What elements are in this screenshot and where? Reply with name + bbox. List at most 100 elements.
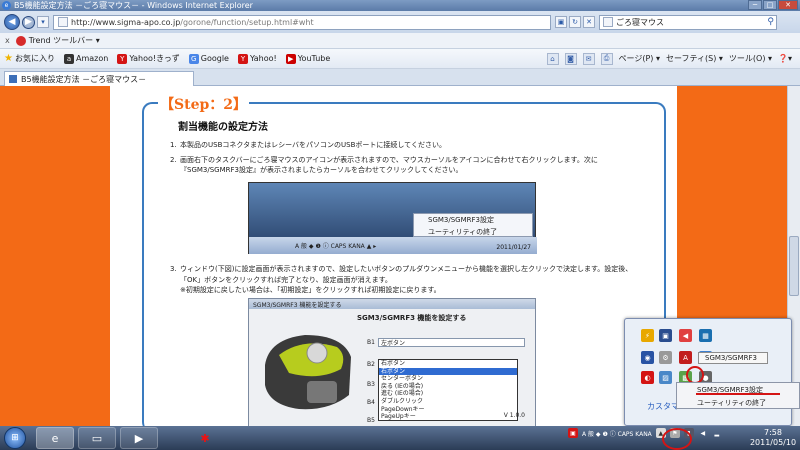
safety-menu[interactable]: セーフティ(S) ▾ — [666, 53, 723, 64]
clock-time: 7:58 — [764, 428, 782, 437]
button-2-dropdown[interactable]: 右ボタン 右ボタン センターボタン 戻る (IEの場合) 進む (IEの場合) … — [378, 359, 518, 421]
fav-label: Yahoo! — [249, 54, 277, 63]
refresh-button[interactable]: ↻ — [569, 16, 581, 28]
list-number: 3. — [170, 265, 177, 273]
tab-current[interactable]: B5機能設定方法 －ごろ寝マウス－ — [4, 71, 194, 86]
compatibility-icon[interactable]: ▣ — [555, 16, 567, 28]
maximize-button[interactable]: □ — [763, 0, 777, 10]
screenshot-date: 2011/01/27 — [496, 244, 531, 251]
dialog-title: SGM3/SGMRF3 機能を設定する — [357, 314, 467, 322]
close-button[interactable]: ✕ — [778, 0, 798, 10]
antivirus-icon[interactable]: ◐ — [641, 371, 654, 384]
notification-area-overflow: ⚡ ▣ ◀ ▦ ◉ ⚙ A ▤ ◐ ▨ ▩ ● カスタマ — [624, 318, 792, 426]
list-text: 『SGM3/SGMRF3設定』が表示されましたらカーソルを合わせてクリックしてく… — [180, 166, 463, 174]
trend-toolbar-label[interactable]: Trend ツールバー ▾ — [29, 35, 100, 46]
fav-label: Yahoo!きっず — [129, 54, 180, 63]
tools-menu[interactable]: ツール(O) ▾ — [729, 53, 772, 64]
screenshot-tray-text: A 般 ◆ ❶ ⓘ CAPS KANA ▲ ▸ — [295, 243, 377, 250]
home-icon[interactable]: ⌂ — [546, 52, 559, 65]
list-item: 『SGM3/SGMRF3設定』が表示されましたらカーソルを合わせてクリックしてく… — [170, 165, 463, 176]
yahoo-icon: Y — [237, 53, 248, 64]
list-text: ※初期設定に戻したい場合は、「初期設定」をクリックすれば初期設定に戻ります。 — [180, 286, 441, 294]
yahoo-icon: Y — [117, 53, 128, 64]
taskbar-ie[interactable]: e — [36, 427, 74, 449]
start-button[interactable]: ⊞ — [4, 427, 26, 449]
minimize-button[interactable]: ─ — [748, 0, 762, 10]
highlight-underline — [696, 393, 780, 395]
volume-icon[interactable]: ◀ — [698, 428, 708, 438]
taskbar-explorer[interactable]: ▭ — [78, 427, 116, 449]
trend-toolbar: x Trend ツールバー ▾ — [0, 33, 800, 49]
network-signal-icon[interactable]: ▂ — [712, 428, 722, 438]
screenshot-context-menu: SGM3/SGMRF3設定 ユーティリティの終了 — [413, 213, 533, 237]
fav-item-amazon[interactable]: a Amazon — [63, 53, 109, 64]
amazon-icon: a — [63, 53, 74, 64]
step-title: 【Step：2】 — [158, 94, 250, 114]
search-input[interactable]: ごろ寝マウス ⚲ — [599, 14, 777, 30]
print-icon[interactable]: ⎙ — [600, 52, 613, 65]
network-icon[interactable]: ▦ — [699, 329, 712, 342]
ime-icon[interactable]: ▣ — [568, 428, 578, 438]
taskbar-media[interactable]: ▶ — [120, 427, 158, 449]
command-bar: ⌂ ◙ ✉ ⎙ ページ(P) ▾ セーフティ(S) ▾ ツール(O) ▾ ❓▾ — [546, 52, 800, 65]
dropdown-option[interactable]: PageUpキー — [379, 413, 517, 421]
taskbar-app[interactable]: ✱ — [186, 427, 224, 449]
fav-label: Amazon — [75, 54, 109, 63]
dialog-window-title: SGM3/SGMRF3 機能を設定する — [249, 299, 535, 309]
fav-item-yahoo-kids[interactable]: Y Yahoo!きっず — [117, 53, 180, 64]
ati-icon[interactable]: A — [679, 351, 692, 364]
url-path: /gorone/function/setup.html#wht — [180, 17, 314, 27]
highlight-circle — [662, 428, 692, 450]
window-title: B5機能設定方法 －ごろ寝マウス－ - Windows Internet Exp… — [14, 1, 253, 10]
trend-close-icon[interactable]: x — [5, 36, 10, 45]
tab-label: B5機能設定方法 －ごろ寝マウス－ — [21, 74, 147, 84]
security-icon[interactable]: ◉ — [641, 351, 654, 364]
help-menu[interactable]: ❓▾ — [778, 54, 792, 63]
recent-pages-button[interactable]: ▾ — [37, 16, 49, 28]
settings-dialog-screenshot: SGM3/SGMRF3 機能を設定する SGM3/SGMRF3 機能を設定する … — [248, 298, 536, 426]
dropdown-option[interactable]: センターボタン — [379, 375, 517, 383]
app-icon[interactable]: ▨ — [659, 371, 672, 384]
page-menu[interactable]: ページ(P) ▾ — [619, 53, 660, 64]
scroll-thumb[interactable] — [789, 236, 799, 296]
button-1-select[interactable]: 左ボタン — [378, 338, 525, 347]
app-icon: ✱ — [200, 431, 210, 445]
monitor-icon[interactable]: ▣ — [659, 329, 672, 342]
dropdown-option[interactable]: ダブルクリック — [379, 398, 517, 406]
tab-row: B5機能設定方法 －ごろ寝マウス－ — [0, 69, 800, 86]
customize-link[interactable]: カスタマ — [647, 401, 679, 412]
screenshot-menu-item: SGM3/SGMRF3設定 — [428, 216, 494, 224]
url-host: http://www.sigma-apo.co.jp — [71, 17, 181, 27]
section-heading: 割当機能の設定方法 — [178, 122, 268, 133]
url-input[interactable]: http://www.sigma-apo.co.jp/gorone/functi… — [53, 14, 551, 30]
favorites-button[interactable]: ★ お気に入り — [4, 53, 55, 64]
list-text: 画面右下のタスクバーにごろ寝マウスのアイコンが表示されますので、マウスカーソルを… — [180, 156, 598, 164]
page-body: 【Step：2】 割当機能の設定方法 1. 本製品のUSBコネクタまたはレシーバを… — [110, 86, 677, 426]
back-button[interactable]: ◀ — [4, 14, 20, 30]
dropdown-option[interactable]: PageDownキー — [379, 406, 517, 414]
taskbar-screenshot: SGM3/SGMRF3設定 ユーティリティの終了 A 般 ◆ ❶ ⓘ CAPS … — [248, 182, 537, 254]
button-row-label: B1 — [367, 339, 375, 346]
list-item: 1. 本製品のUSBコネクタまたはレシーバをパソコンのUSBポートに接続してくださ… — [170, 140, 446, 151]
speaker-icon[interactable]: ◀ — [679, 329, 692, 342]
list-text: 「OK」ボタンをクリックすれば完了となり、設定画面が消えます。 — [180, 276, 392, 284]
menu-item-exit-utility[interactable]: ユーティリティの終了 — [677, 396, 799, 409]
stop-button[interactable]: ✕ — [583, 16, 595, 28]
mail-icon[interactable]: ✉ — [582, 52, 595, 65]
fav-item-yahoo[interactable]: Y Yahoo! — [237, 53, 277, 64]
search-icon[interactable]: ⚲ — [767, 17, 774, 27]
forward-button[interactable]: ▶ — [22, 15, 35, 29]
fav-item-youtube[interactable]: ▶ YouTube — [285, 53, 331, 64]
address-tools: ▣ ↻ ✕ — [555, 16, 595, 28]
fav-item-google[interactable]: G Google — [188, 53, 229, 64]
dropdown-option[interactable]: 進む (IEの場合) — [379, 390, 517, 398]
fav-label: YouTube — [297, 54, 331, 63]
feeds-icon[interactable]: ◙ — [564, 52, 577, 65]
dropdown-option[interactable]: 右ボタン — [379, 360, 517, 368]
screenshot-taskbar: A 般 ◆ ❶ ⓘ CAPS KANA ▲ ▸ — [249, 237, 537, 254]
clock[interactable]: 7:58 2011/05/10 — [748, 428, 798, 448]
usb-icon[interactable]: ⚡ — [641, 329, 654, 342]
google-icon: G — [188, 53, 199, 64]
settings-icon[interactable]: ⚙ — [659, 351, 672, 364]
page-icon — [58, 17, 68, 27]
